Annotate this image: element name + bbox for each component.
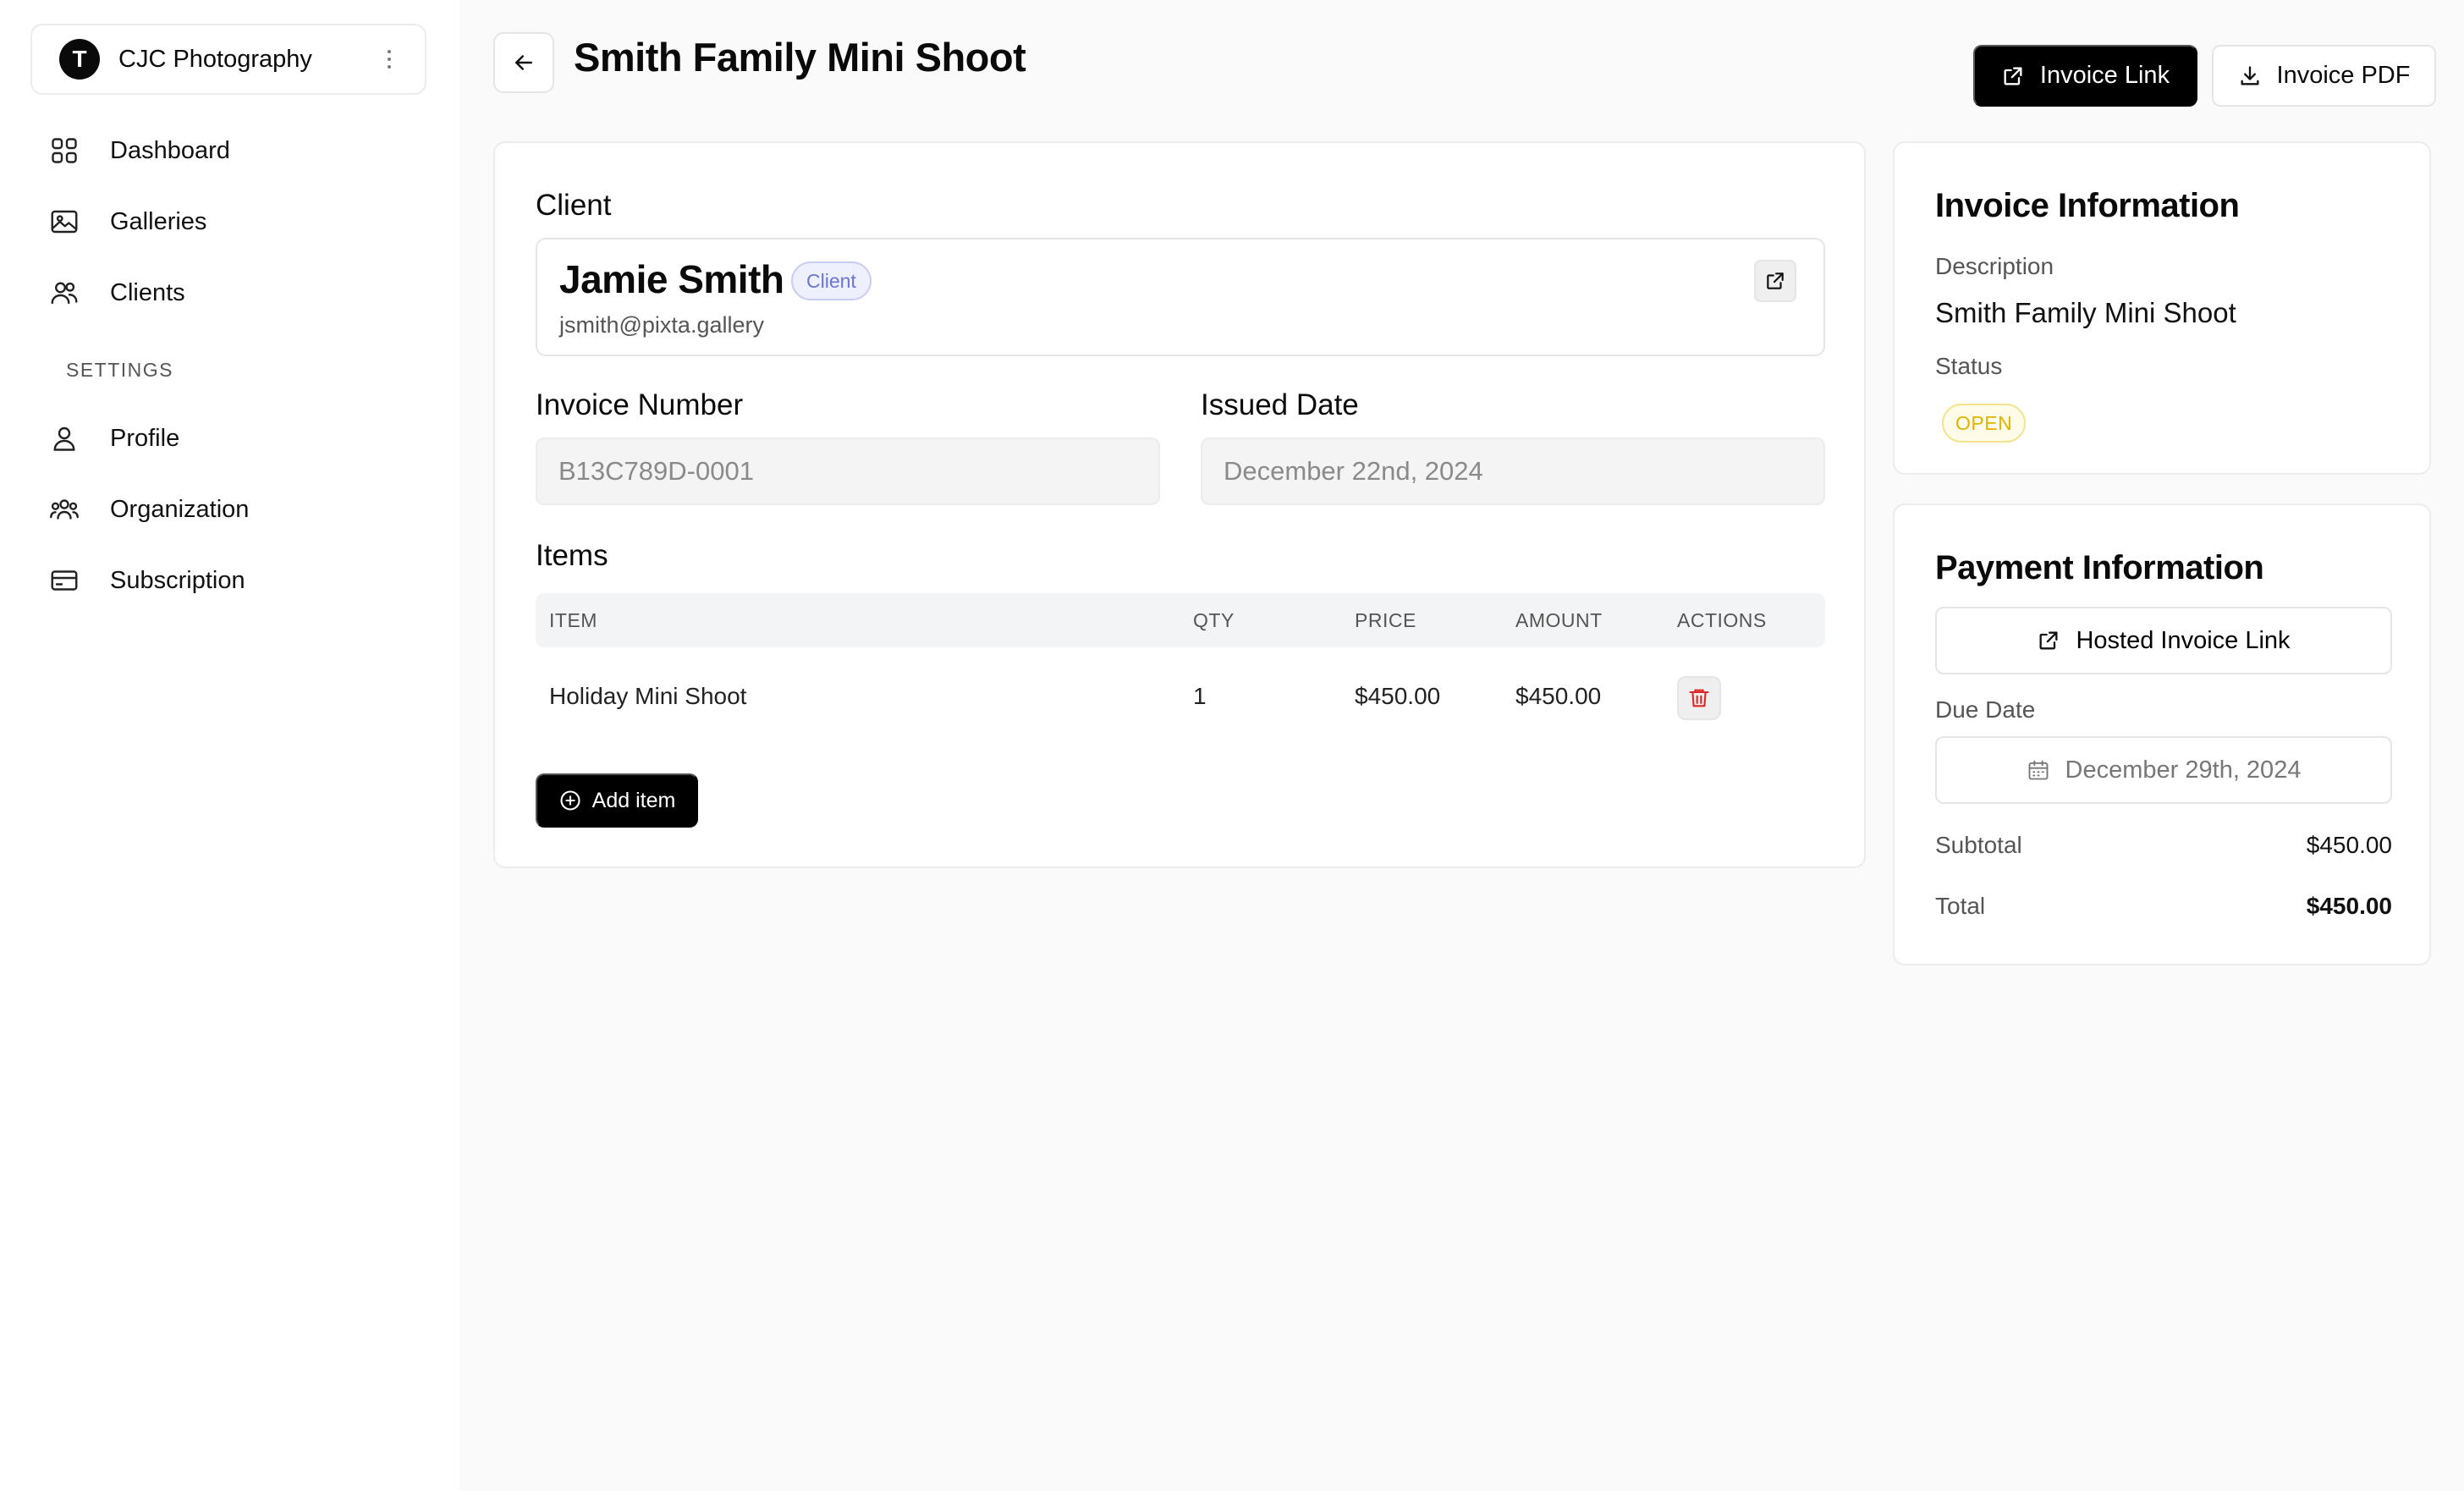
calendar-icon	[2028, 760, 2048, 780]
sidebar-item-label: Galleries	[110, 207, 207, 235]
sidebar-item-galleries[interactable]: Galleries	[49, 192, 421, 251]
status-label: Status	[1935, 353, 2003, 379]
invoice-link-label: Invoice Link	[2039, 62, 2170, 89]
delete-item-button[interactable]	[1677, 676, 1721, 720]
column-header-price: PRICE	[1355, 608, 1416, 631]
subtotal-value: $450.00	[2306, 832, 2392, 858]
sidebar-item-label: Organization	[110, 495, 250, 523]
status-badge: OPEN	[1942, 404, 2027, 443]
user-icon	[53, 426, 75, 451]
total-value: $450.00	[2306, 893, 2392, 919]
back-button[interactable]	[493, 32, 554, 93]
sidebar-item-profile[interactable]: Profile	[49, 409, 421, 468]
due-date-value: December 29th, 2024	[2065, 756, 2302, 784]
sidebar-item-subscription[interactable]: Subscription	[49, 551, 421, 610]
sidebar: T CJC Photography Dashboard Galleries Cl…	[0, 0, 459, 1491]
invoice-link-button[interactable]: Invoice Link	[1973, 45, 2197, 107]
credit-card-icon	[51, 570, 78, 591]
client-label: Client	[536, 189, 612, 222]
subtotal-row: Subtotal $450.00	[1935, 832, 2392, 859]
users-icon	[51, 282, 78, 305]
total-label: Total	[1935, 893, 1986, 919]
item-amount-cell: $450.00	[1515, 683, 1602, 709]
sidebar-item-organization[interactable]: Organization	[49, 480, 421, 539]
items-table-header: ITEM QTY PRICE AMOUNT ACTIONS	[536, 593, 1825, 647]
grid-icon	[52, 138, 77, 163]
column-header-actions: ACTIONS	[1677, 608, 1767, 631]
sidebar-item-label: Clients	[110, 278, 185, 306]
item-price-cell: $450.00	[1355, 683, 1441, 709]
hosted-invoice-link-button[interactable]: Hosted Invoice Link	[1935, 607, 2392, 674]
payment-information-card: Payment Information Hosted Invoice Link …	[1893, 503, 2431, 966]
issued-date-label: Issued Date	[1201, 388, 1359, 421]
client-card: Jamie Smith Client jsmith@pixta.gallery	[536, 238, 1825, 356]
invoice-number-label: Invoice Number	[536, 388, 744, 421]
page-title: Smith Family Mini Shoot	[574, 35, 1026, 80]
invoice-information-card: Invoice Information Description Smith Fa…	[1893, 141, 2431, 475]
add-item-label: Add item	[591, 788, 676, 812]
due-date-label: Due Date	[1935, 696, 2036, 723]
client-badge: Client	[791, 261, 872, 300]
trash-icon	[1689, 689, 1709, 707]
org-name: CJC Photography	[118, 45, 312, 73]
invoice-number-field[interactable]: B13C789D-0001	[536, 437, 1160, 505]
item-name-cell: Holiday Mini Shoot	[549, 683, 747, 709]
description-value: Smith Family Mini Shoot	[1935, 297, 2236, 328]
invoice-form-card: Client Jamie Smith Client jsmith@pixta.g…	[493, 141, 1866, 868]
subtotal-label: Subtotal	[1935, 832, 2022, 858]
column-header-amount: AMOUNT	[1515, 608, 1603, 631]
items-label: Items	[536, 539, 608, 572]
org-switcher[interactable]: T CJC Photography	[30, 24, 426, 95]
more-vertical-icon[interactable]	[379, 42, 399, 76]
image-icon	[51, 210, 78, 234]
column-header-item: ITEM	[549, 608, 597, 631]
add-item-button[interactable]: Add item	[536, 773, 698, 828]
org-avatar: T	[59, 39, 100, 80]
sidebar-item-label: Subscription	[110, 566, 245, 594]
sidebar-item-dashboard[interactable]: Dashboard	[49, 121, 421, 180]
plus-circle-icon	[560, 790, 580, 811]
total-row: Total $450.00	[1935, 893, 2392, 920]
invoice-information-title: Invoice Information	[1935, 187, 2240, 224]
external-link-icon	[2004, 67, 2022, 85]
description-label: Description	[1935, 253, 2054, 279]
column-header-qty: QTY	[1193, 608, 1235, 631]
external-link-icon	[2039, 631, 2058, 650]
main-content: Smith Family Mini Shoot Invoice Link Inv…	[459, 0, 2464, 1491]
team-icon	[50, 499, 79, 520]
invoice-pdf-label: Invoice PDF	[2276, 62, 2411, 89]
sidebar-item-clients[interactable]: Clients	[49, 263, 421, 322]
due-date-picker[interactable]: December 29th, 2024	[1935, 736, 2392, 804]
payment-information-title: Payment Information	[1935, 549, 2264, 586]
client-email: jsmith@pixta.gallery	[559, 312, 764, 338]
invoice-pdf-button[interactable]: Invoice PDF	[2212, 45, 2436, 107]
hosted-invoice-link-label: Hosted Invoice Link	[2076, 626, 2291, 654]
sidebar-item-label: Profile	[110, 424, 180, 452]
download-icon	[2241, 65, 2259, 85]
settings-heading: SETTINGS	[66, 359, 174, 381]
client-name: Jamie Smith	[559, 257, 784, 301]
sidebar-item-label: Dashboard	[110, 136, 230, 164]
external-link-icon	[1767, 272, 1784, 289]
open-client-button[interactable]	[1754, 260, 1796, 302]
arrow-left-icon	[515, 55, 532, 70]
item-qty-cell: 1	[1193, 683, 1207, 709]
issued-date-field[interactable]: December 22nd, 2024	[1201, 437, 1825, 505]
